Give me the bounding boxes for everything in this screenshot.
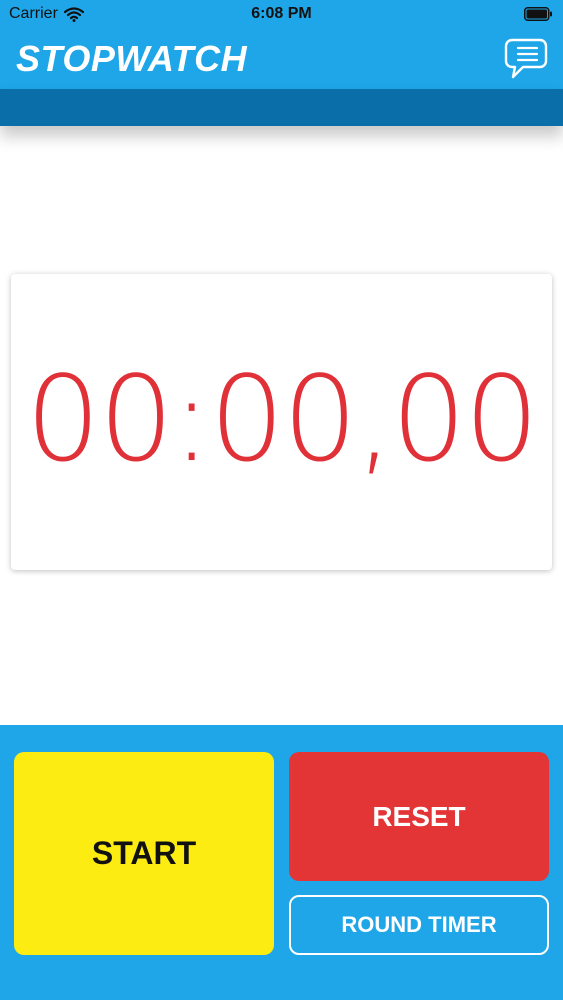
round-timer-button[interactable]: ROUND TIMER [289,895,549,955]
app-header: Carrier 6:08 PM STOPWATCH [0,0,563,89]
status-bar: Carrier 6:08 PM [0,0,563,30]
reset-button[interactable]: RESET [289,752,549,881]
status-time: 6:08 PM [251,5,312,22]
toolbar-strip [0,89,563,126]
controls-panel: START RESET ROUND TIMER [0,725,563,1000]
chat-menu-icon[interactable] [501,33,551,83]
timer-display: 00:00,00 [25,350,540,488]
timer-card: 00:00,00 [11,274,552,570]
battery-icon [524,7,552,21]
app-title: STOPWATCH [16,38,248,79]
start-button[interactable]: START [14,752,274,955]
